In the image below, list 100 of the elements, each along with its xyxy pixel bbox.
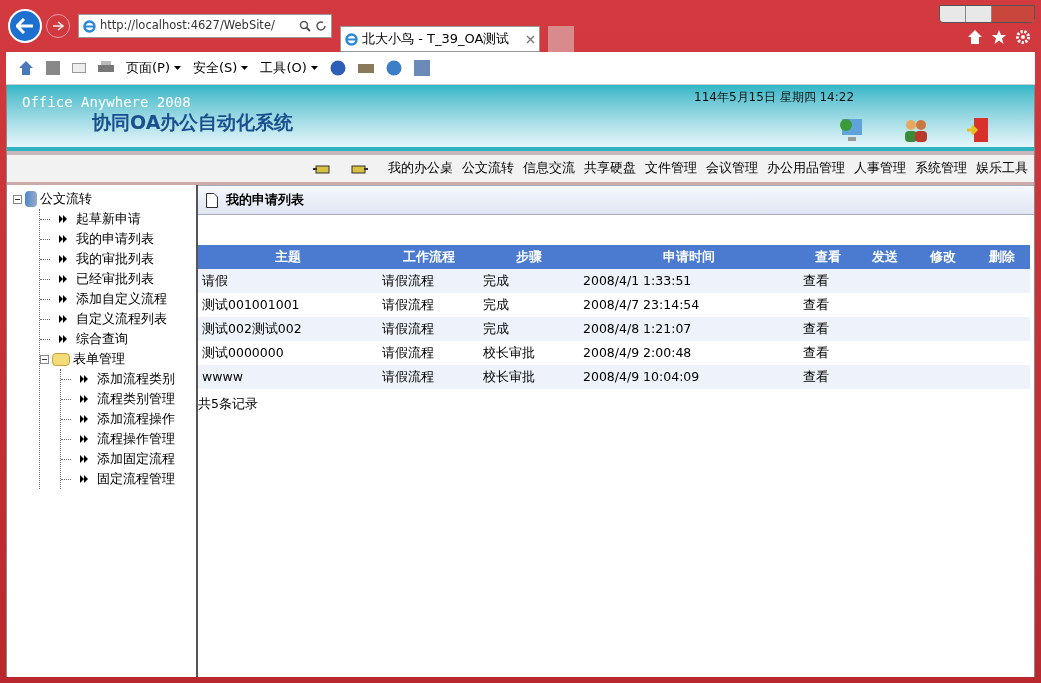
caret-icon	[174, 66, 181, 70]
table-cell: 校长审批	[479, 341, 579, 365]
star-icon[interactable]	[991, 29, 1007, 45]
collapse-icon[interactable]	[40, 354, 49, 364]
table-cell: 校长审批	[479, 365, 579, 389]
collapse-icon[interactable]	[13, 194, 22, 204]
refresh-icon[interactable]	[315, 20, 327, 32]
toolbar-menu[interactable]: 工具(O)	[260, 58, 318, 78]
users-icon[interactable]	[902, 117, 930, 143]
column-header: 步骤	[479, 245, 579, 269]
back-button[interactable]	[8, 9, 42, 43]
tree-node-label[interactable]: 公文流转	[40, 189, 92, 209]
nav-link[interactable]: 娱乐工具	[976, 159, 1028, 178]
column-header: 删除	[973, 245, 1030, 269]
tree-item[interactable]: 综合查询	[76, 329, 128, 349]
tree-item[interactable]: 添加固定流程	[97, 449, 175, 469]
tree-item[interactable]: 自定义流程列表	[76, 309, 167, 329]
tree-item[interactable]: 添加流程操作	[97, 409, 175, 429]
product-name: Office Anywhere 2008	[22, 95, 192, 109]
view-link[interactable]: 查看	[799, 317, 857, 341]
table-cell: 完成	[479, 293, 579, 317]
date-time: 114年5月15日 星期四 14:22	[693, 89, 856, 106]
nav-link[interactable]: 公文流转	[462, 159, 514, 178]
double-arrow-icon	[80, 375, 90, 383]
double-arrow-icon	[80, 415, 90, 423]
view-link[interactable]: 查看	[799, 269, 857, 293]
table-cell: 测试002测试002	[198, 317, 378, 341]
system-title: 协同OA办公自动化系统	[92, 113, 294, 132]
double-arrow-icon	[59, 295, 69, 303]
tree-item[interactable]: 添加自定义流程	[76, 289, 167, 309]
tree-item[interactable]: 流程操作管理	[97, 429, 175, 449]
toolbar-menu[interactable]: 安全(S)	[193, 58, 249, 78]
home-icon[interactable]	[967, 29, 983, 45]
nav-link[interactable]: 我的办公桌	[388, 159, 453, 178]
nav-link[interactable]: 系统管理	[915, 159, 967, 178]
panel-title: 我的申请列表	[226, 190, 304, 209]
settings-icon[interactable]	[1015, 29, 1031, 45]
double-arrow-icon	[59, 215, 69, 223]
address-text: http://localhost:4627/WebSite/	[99, 17, 276, 35]
nav-link[interactable]: 会议管理	[706, 159, 758, 178]
tree-item[interactable]: 起草新申请	[76, 209, 141, 229]
column-header: 申请时间	[579, 245, 799, 269]
table-cell: 请假流程	[378, 317, 479, 341]
double-arrow-icon	[59, 235, 69, 243]
tree-item[interactable]: 我的审批列表	[76, 249, 154, 269]
tree-item[interactable]: 流程类别管理	[97, 389, 175, 409]
forward-arrow-icon	[52, 21, 64, 31]
double-arrow-icon	[80, 395, 90, 403]
view-link[interactable]: 查看	[799, 365, 857, 389]
column-header: 修改	[913, 245, 973, 269]
record-count: 共5条记录	[198, 395, 259, 413]
caret-icon	[241, 66, 249, 70]
double-arrow-icon	[59, 315, 69, 323]
address-bar[interactable]: http://localhost:4627/WebSite/	[78, 14, 332, 38]
double-arrow-icon	[80, 455, 90, 463]
table-cell: 2008/4/1 1:33:51	[579, 269, 799, 293]
table-cell: 请假流程	[378, 293, 479, 317]
caret-icon	[310, 66, 318, 70]
nav-link[interactable]: 信息交流	[523, 159, 575, 178]
tree-item[interactable]: 固定流程管理	[97, 469, 175, 489]
table-cell: 请假	[198, 269, 378, 293]
column-header: 工作流程	[378, 245, 479, 269]
toolbar-menu[interactable]: 页面(P)	[126, 58, 181, 78]
tree-item[interactable]: 已经审批列表	[76, 269, 154, 289]
view-link[interactable]: 查看	[799, 293, 857, 317]
column-header: 发送	[857, 245, 913, 269]
table-cell: 请假流程	[378, 365, 479, 389]
search-icon[interactable]	[299, 20, 312, 32]
document-icon	[206, 192, 218, 208]
table-cell: 完成	[479, 269, 579, 293]
nav-link[interactable]: 文件管理	[645, 159, 697, 178]
tree-node-label[interactable]: 表单管理	[73, 349, 125, 369]
column-header: 主题	[198, 245, 378, 269]
exit-door-icon[interactable]	[966, 117, 990, 143]
back-arrow-icon	[16, 18, 34, 34]
close-icon[interactable]	[526, 34, 535, 44]
nav-link[interactable]: 共享硬盘	[584, 159, 636, 178]
table-cell: 测试0000000	[198, 341, 378, 365]
nav-link[interactable]: 办公用品管理	[767, 159, 845, 178]
tree-item[interactable]: 添加流程类别	[97, 369, 175, 389]
tab-title: 北大小鸟 - T_39_OA测试	[362, 30, 511, 49]
table-cell: 请假流程	[378, 341, 479, 365]
browser-tab[interactable]: 北大小鸟 - T_39_OA测试	[340, 26, 540, 52]
double-arrow-icon	[80, 435, 90, 443]
tree-item[interactable]: 我的申请列表	[76, 229, 154, 249]
double-arrow-icon	[59, 275, 69, 283]
nav-link[interactable]: 人事管理	[854, 159, 906, 178]
double-arrow-icon	[59, 335, 69, 343]
table-cell: 测试001001001	[198, 293, 378, 317]
table-cell: 2008/4/7 23:14:54	[579, 293, 799, 317]
home-icon[interactable]	[18, 60, 34, 76]
table-cell: 2008/4/9 2:00:48	[579, 341, 799, 365]
table-cell: 2008/4/8 1:21:07	[579, 317, 799, 341]
table-cell: 2008/4/9 10:04:09	[579, 365, 799, 389]
view-link[interactable]: 查看	[799, 341, 857, 365]
table-cell: 请假流程	[378, 269, 479, 293]
double-arrow-icon	[59, 255, 69, 263]
double-arrow-icon	[80, 475, 90, 483]
printer-icon[interactable]	[98, 61, 114, 75]
table-cell: wwww	[198, 365, 378, 389]
